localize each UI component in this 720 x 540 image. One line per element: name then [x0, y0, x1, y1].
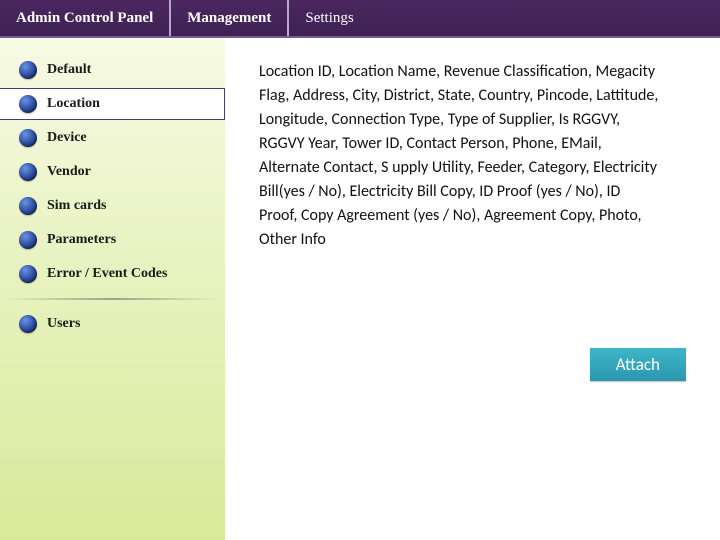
sidebar-separator [6, 298, 219, 300]
sidebar-item-vendor[interactable]: Vendor [0, 156, 225, 188]
topnav-label: Management [187, 10, 271, 27]
bullet-icon [19, 265, 37, 283]
sidebar-item-label: Error / Event Codes [47, 266, 167, 282]
topnav-label: Admin Control Panel [16, 10, 153, 27]
sidebar-item-default[interactable]: Default [0, 54, 225, 86]
top-nav: Admin Control Panel Management Settings [0, 0, 720, 38]
sidebar-item-label: Location [47, 96, 100, 112]
sidebar-item-location[interactable]: Location [0, 88, 225, 120]
bullet-icon [19, 197, 37, 215]
attach-button[interactable]: Attach [590, 348, 686, 381]
topnav-label: Settings [305, 10, 353, 27]
topnav-management[interactable]: Management [171, 0, 289, 36]
sidebar-item-label: Parameters [47, 232, 116, 248]
location-fields-text: Location ID, Location Name, Revenue Clas… [259, 60, 659, 252]
sidebar-item-label: Device [47, 130, 87, 146]
topnav-settings[interactable]: Settings [289, 0, 369, 36]
sidebar-item-label: Vendor [47, 164, 91, 180]
app-body: Default Location Device Vendor Sim cards… [0, 38, 720, 540]
sidebar-item-sim-cards[interactable]: Sim cards [0, 190, 225, 222]
sidebar-item-users[interactable]: Users [0, 308, 225, 340]
sidebar-item-label: Default [47, 62, 91, 78]
sidebar-item-error-event-codes[interactable]: Error / Event Codes [0, 258, 225, 290]
sidebar: Default Location Device Vendor Sim cards… [0, 38, 225, 540]
bullet-icon [19, 315, 37, 333]
sidebar-item-parameters[interactable]: Parameters [0, 224, 225, 256]
bullet-icon [19, 95, 37, 113]
sidebar-item-label: Sim cards [47, 198, 107, 214]
topnav-admin-control-panel[interactable]: Admin Control Panel [0, 0, 171, 36]
bullet-icon [19, 231, 37, 249]
bullet-icon [19, 163, 37, 181]
bullet-icon [19, 61, 37, 79]
sidebar-item-label: Users [47, 316, 80, 332]
app-root: Admin Control Panel Management Settings … [0, 0, 720, 540]
sidebar-item-device[interactable]: Device [0, 122, 225, 154]
main-content: Location ID, Location Name, Revenue Clas… [225, 38, 720, 540]
attach-button-label: Attach [616, 354, 660, 375]
bullet-icon [19, 129, 37, 147]
